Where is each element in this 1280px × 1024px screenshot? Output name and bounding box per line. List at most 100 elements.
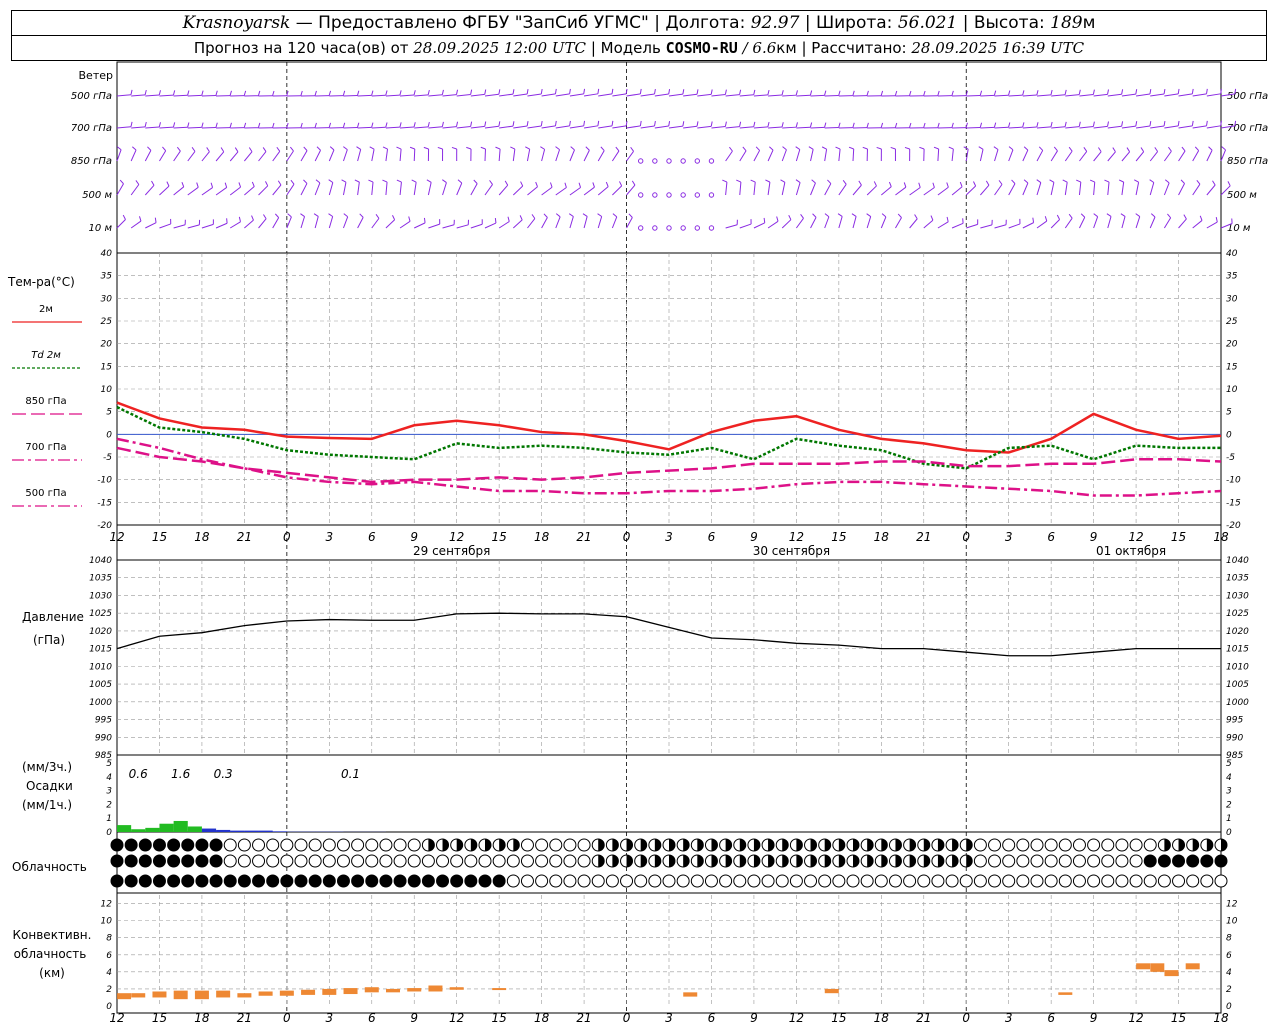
wind-barb [782, 126, 797, 129]
wind-barb-feather [276, 146, 281, 152]
cloud-cover-fill [669, 855, 675, 867]
wind-barb-feather [568, 213, 574, 217]
precip-tick-label: 2 [1226, 800, 1232, 810]
hour-tick-label: 18 [1213, 530, 1229, 544]
cloud-cover-circle [138, 838, 152, 852]
cloud-cover-circle [605, 874, 619, 888]
wind-barb-feather [1050, 121, 1053, 128]
wind-barb-feather [821, 146, 827, 150]
wind-barb-feather [630, 146, 634, 152]
wind-barb-feather [1181, 146, 1186, 152]
wind-barb-feather [812, 213, 817, 218]
wind-barb-feather [998, 180, 1003, 185]
wind-barb-feather [1032, 217, 1035, 223]
wind-barb [583, 216, 588, 229]
wind-barb [456, 182, 463, 196]
wind-barb-feather [585, 146, 590, 151]
wind-barb [810, 217, 817, 229]
cloud-cover-circle [365, 838, 379, 852]
wind-barb [1064, 217, 1073, 229]
wind-barb [753, 126, 768, 129]
cloud-cover-fill [881, 855, 888, 867]
wind-barb [1079, 126, 1094, 129]
wind-barb [1008, 149, 1014, 162]
wind-barb [144, 150, 152, 162]
cloud-cover-circle [549, 854, 563, 868]
wind-barb-feather [409, 146, 415, 150]
cloud-cover-circle [266, 838, 280, 852]
cloud-cover-fill [470, 839, 477, 851]
cloud-cover-circle [1016, 838, 1030, 852]
wind-barb [1164, 93, 1179, 97]
wind-barb-feather [781, 90, 784, 96]
cloud-cover-circle [1072, 838, 1086, 852]
wind-barb-feather [800, 213, 804, 219]
wind-barb-feather [272, 90, 275, 96]
pressure-tick-label: 990 [1226, 733, 1243, 743]
cloud-cover-circle [379, 838, 393, 852]
wind-barb [768, 126, 783, 129]
wind-barb [597, 186, 609, 196]
cloud-cover-fill [810, 855, 817, 867]
cloud-cover-fill [739, 855, 746, 867]
cloud-cover-circle [138, 874, 152, 888]
wind-barb [498, 148, 501, 162]
cloud-cover-circle [917, 874, 931, 888]
conv-cloud-bar [683, 992, 698, 997]
wind-barb-feather [303, 146, 308, 151]
wind-barb-feather [852, 90, 855, 96]
cloud-cover-circle [563, 874, 577, 888]
wind-barb [1036, 94, 1051, 97]
cloud-cover-circle [1044, 874, 1058, 888]
wind-barb-feather [356, 122, 360, 128]
cloud-cover-circle [535, 838, 549, 852]
wind-barb-feather [668, 121, 671, 127]
conv-cloud-bar [386, 988, 400, 993]
wind-barb-feather [119, 179, 124, 185]
cloud-cover-circle [379, 854, 393, 868]
wind-barb-feather [396, 146, 402, 150]
wind-barb-feather [257, 90, 261, 96]
wind-barb-feather [1036, 90, 1039, 96]
cloud-cover-fill [1164, 839, 1171, 851]
wind-barb [187, 224, 200, 229]
wind-barb-feather [724, 89, 727, 95]
cloud-cover-circle [1058, 874, 1072, 888]
wind-barb-feather [755, 146, 760, 151]
hour-tick-label: 12 [449, 1011, 464, 1024]
precip-bar [117, 825, 132, 832]
wind-barb-feather [570, 146, 575, 151]
wind-barb [1135, 151, 1145, 162]
wind-barb-feather [937, 122, 940, 128]
wind-barb-feather [158, 122, 161, 128]
wind-barb [1163, 217, 1172, 229]
wind-barb [286, 183, 295, 196]
hour-tick-label: 21 [237, 1011, 252, 1024]
wind-barb-feather [897, 213, 902, 218]
wind-barb-feather [838, 122, 841, 128]
conv-tick-label: 10 [1226, 917, 1238, 927]
cloud-cover-circle [1087, 838, 1101, 852]
cloud-cover-circle [591, 874, 605, 888]
cloud-cover-circle [535, 854, 549, 868]
cloud-cover-circle [421, 854, 435, 868]
wind-barb-feather [894, 122, 898, 128]
wind-barb-feather [191, 147, 196, 152]
cloud-cover-fill [598, 855, 605, 867]
hour-tick-label: 15 [831, 530, 846, 544]
wind-barb-feather [612, 213, 618, 218]
wind-barb-feather [890, 146, 896, 150]
wind-barb [1178, 125, 1193, 129]
cloud-cover-circle [167, 854, 181, 868]
wind-barb-feather [782, 146, 787, 151]
wind-barb-feather [767, 89, 770, 96]
cloud-cover-fill [853, 855, 859, 867]
wind-level-label-right: 10 м [1227, 223, 1251, 234]
wind-barb-feather [1022, 90, 1025, 96]
cloud-cover-fill [838, 839, 845, 851]
wind-calm-mark [666, 225, 672, 231]
wind-barb [215, 151, 225, 162]
wind-barb [1093, 216, 1099, 229]
wind-barb-feather [210, 182, 214, 188]
cloud-cover-fill [895, 839, 902, 851]
